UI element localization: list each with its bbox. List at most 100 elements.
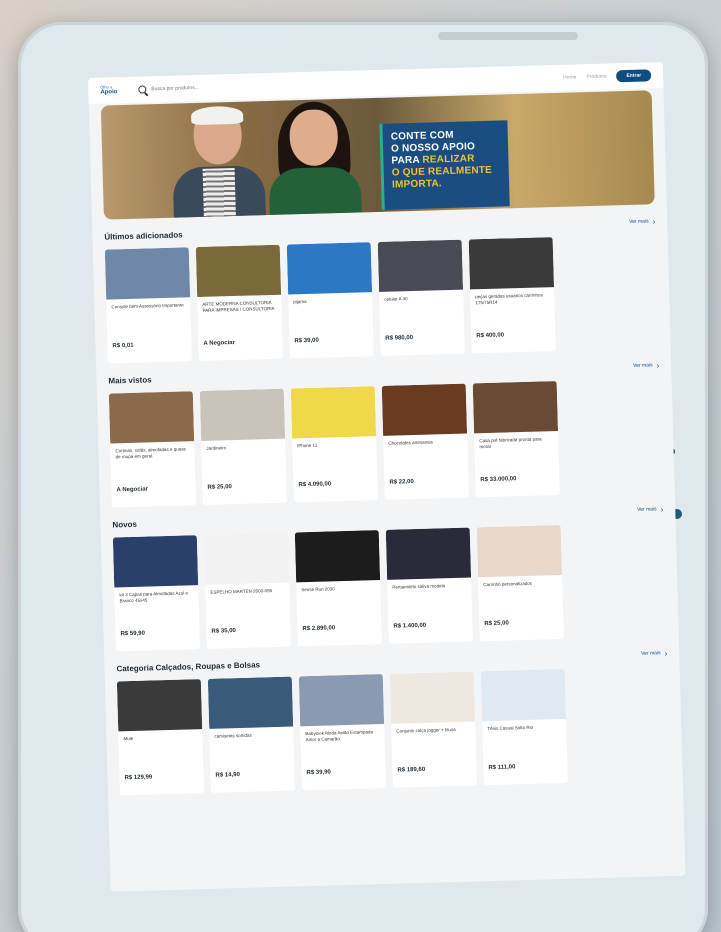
product-price: R$ 25,00: [484, 620, 509, 628]
product-price: A Negociar: [203, 340, 235, 347]
product-section: Categoria Calçados, Roupas e Bolsas Ver …: [116, 636, 671, 796]
product-image: [286, 242, 373, 295]
product-card[interactable]: camisetas sortidas R$ 14,90: [207, 676, 295, 793]
product-section: Novos Ver mais › kit 3 Capas para Almofa…: [112, 492, 667, 652]
product-price: R$ 111,00: [488, 764, 516, 772]
product-card[interactable]: iPhone 11 R$ 4.090,00: [290, 386, 378, 503]
product-title: peças geradas usuarios carrinhos 175/75R…: [475, 292, 543, 306]
product-price: R$ 0,01: [112, 342, 134, 350]
product-image: [290, 386, 377, 439]
product-section: Mais vistos Ver mais › Cortinas, sofás, …: [108, 348, 663, 508]
product-image: [480, 668, 567, 722]
banner-person-woman: [263, 100, 366, 215]
product-price: R$ 1.400,00: [393, 622, 427, 630]
product-section: Últimos adicionados Ver mais › Console b…: [104, 204, 659, 364]
product-title: Sense Run 2030: [301, 586, 335, 593]
product-card[interactable]: Conjunto calça jogger + blusa R$ 189,60: [389, 671, 477, 788]
product-card[interactable]: Cortinas, sofás, almofadas e quase de ro…: [108, 391, 196, 508]
logo[interactable]: Olha o Apoio: [100, 83, 128, 98]
product-price: R$ 22,00: [389, 479, 414, 486]
product-image: [199, 388, 286, 441]
chevron-right-icon: ›: [656, 360, 660, 370]
product-image: [381, 383, 468, 436]
product-title: Chocolates artesanais: [388, 439, 433, 446]
product-card[interactable]: Jardineiro R$ 25,00: [199, 388, 287, 505]
product-card[interactable]: Tênis Casual Solto Rio R$ 111,00: [480, 668, 568, 786]
product-card[interactable]: peças geradas usuarios carrinhos 175/75R…: [468, 237, 556, 354]
product-price: R$ 39,90: [306, 769, 331, 777]
product-image: [104, 247, 191, 300]
product-card[interactable]: kit 3 Capas para Almofadas Azul e Branco…: [112, 535, 200, 652]
product-card[interactable]: ARTE MODERNA CONSULTORIA PARA IMPRESAS /…: [195, 244, 283, 362]
see-more-label: Ver mais: [633, 362, 653, 369]
product-card[interactable]: Casa pré fabricada pronta para morar R$ …: [472, 381, 560, 498]
banner-person-man: [171, 105, 267, 220]
tablet-power-button: [438, 32, 578, 40]
product-price: R$ 189,60: [397, 766, 426, 774]
product-card[interactable]: celular A 30 R$ 980,00: [377, 239, 465, 356]
product-card[interactable]: Carrinho personalizados R$ 25,00: [476, 524, 564, 642]
product-title: ARTE MODERNA CONSULTORIA PARA IMPRESAS /…: [202, 299, 275, 313]
login-button[interactable]: Entrar: [616, 69, 652, 83]
product-title: ESPELHO MARTEN 2000-095: [210, 588, 273, 595]
product-image: [294, 530, 381, 583]
product-price: R$ 35,00: [211, 628, 236, 635]
nav-products-link[interactable]: Produtos: [586, 74, 606, 81]
product-price: R$ 980,00: [385, 335, 414, 342]
product-image: [468, 237, 555, 290]
product-image: [377, 239, 464, 292]
product-price: A Negociar: [116, 486, 149, 494]
search-input[interactable]: [151, 82, 292, 93]
product-title: Casa pré fabricada pronta para morar: [479, 436, 542, 450]
see-more-link[interactable]: Ver mais ›: [641, 649, 667, 659]
nav-home-link[interactable]: Home: [563, 74, 577, 80]
product-cards-row: Mule R$ 129,99 camisetas sortidas R$ 14,…: [116, 666, 671, 796]
see-more-link[interactable]: Ver mais ›: [637, 505, 663, 515]
product-title: Cortinas, sofás, almofadas e quase de ro…: [115, 446, 187, 460]
hero-banner[interactable]: CONTE COM O NOSSO APOIO PARA REALIZAR O …: [100, 90, 655, 220]
product-card[interactable]: Mule R$ 129,99: [116, 679, 205, 796]
logo-main-text: Apoio: [100, 89, 118, 96]
product-title: camisetas sortidas: [214, 732, 252, 739]
product-price: R$ 59,90: [120, 630, 145, 638]
product-price: R$ 4.090,00: [298, 481, 332, 489]
banner-line-3a: PARA: [391, 154, 420, 167]
banner-line-3b: REALIZAR: [422, 153, 475, 166]
product-image: [207, 676, 294, 729]
see-more-link[interactable]: Ver mais ›: [629, 217, 655, 227]
see-more-link[interactable]: Ver mais ›: [633, 361, 659, 371]
product-title: Console bem Assessório Importante: [111, 302, 184, 310]
section-title: Últimos adicionados: [104, 229, 183, 242]
product-card[interactable]: Console bem Assessório Importante R$ 0,0…: [104, 247, 192, 364]
product-title: pijama: [293, 298, 307, 305]
product-card[interactable]: ESPELHO MARTEN 2000-095 R$ 35,00: [203, 532, 291, 649]
product-price: R$ 33.000,00: [480, 476, 517, 484]
see-more-label: Ver mais: [637, 506, 657, 513]
banner-message: CONTE COM O NOSSO APOIO PARA REALIZAR O …: [379, 120, 510, 210]
product-image: [195, 244, 282, 298]
product-image: [385, 527, 472, 580]
product-card[interactable]: Babylook Moda Aeião Estampada Amor a Cam…: [298, 674, 386, 791]
banner-line-5: IMPORTA.: [391, 178, 442, 191]
product-title: Babylook Moda Aeião Estampada Amor a Cam…: [305, 729, 373, 743]
product-card[interactable]: Sense Run 2030 R$ 2.890,00: [294, 530, 382, 647]
section-title: Mais vistos: [108, 374, 152, 386]
product-card[interactable]: Pertiannieto saliva modela R$ 1.400,00: [385, 527, 473, 644]
product-title: kit 3 Capas para Almofadas Azul e Branco…: [119, 590, 189, 604]
product-image: [116, 679, 203, 732]
product-title: Conjunto calça jogger + blusa: [396, 726, 456, 734]
product-title: iPhone 11: [297, 442, 318, 449]
product-image: [476, 524, 563, 578]
search-icon[interactable]: [138, 85, 147, 94]
product-price: R$ 400,00: [476, 332, 505, 340]
product-card[interactable]: pijama R$ 39,00: [286, 242, 374, 359]
chevron-right-icon: ›: [660, 504, 664, 514]
product-card[interactable]: Chocolates artesanais R$ 22,00: [381, 383, 469, 500]
product-price: R$ 2.890,00: [302, 625, 336, 633]
product-image: [203, 532, 290, 585]
product-image: [108, 391, 195, 444]
product-title: celular A 30: [384, 296, 408, 302]
product-image: [389, 671, 476, 724]
product-sections: Últimos adicionados Ver mais › Console b…: [92, 204, 683, 796]
see-more-label: Ver mais: [641, 650, 661, 657]
